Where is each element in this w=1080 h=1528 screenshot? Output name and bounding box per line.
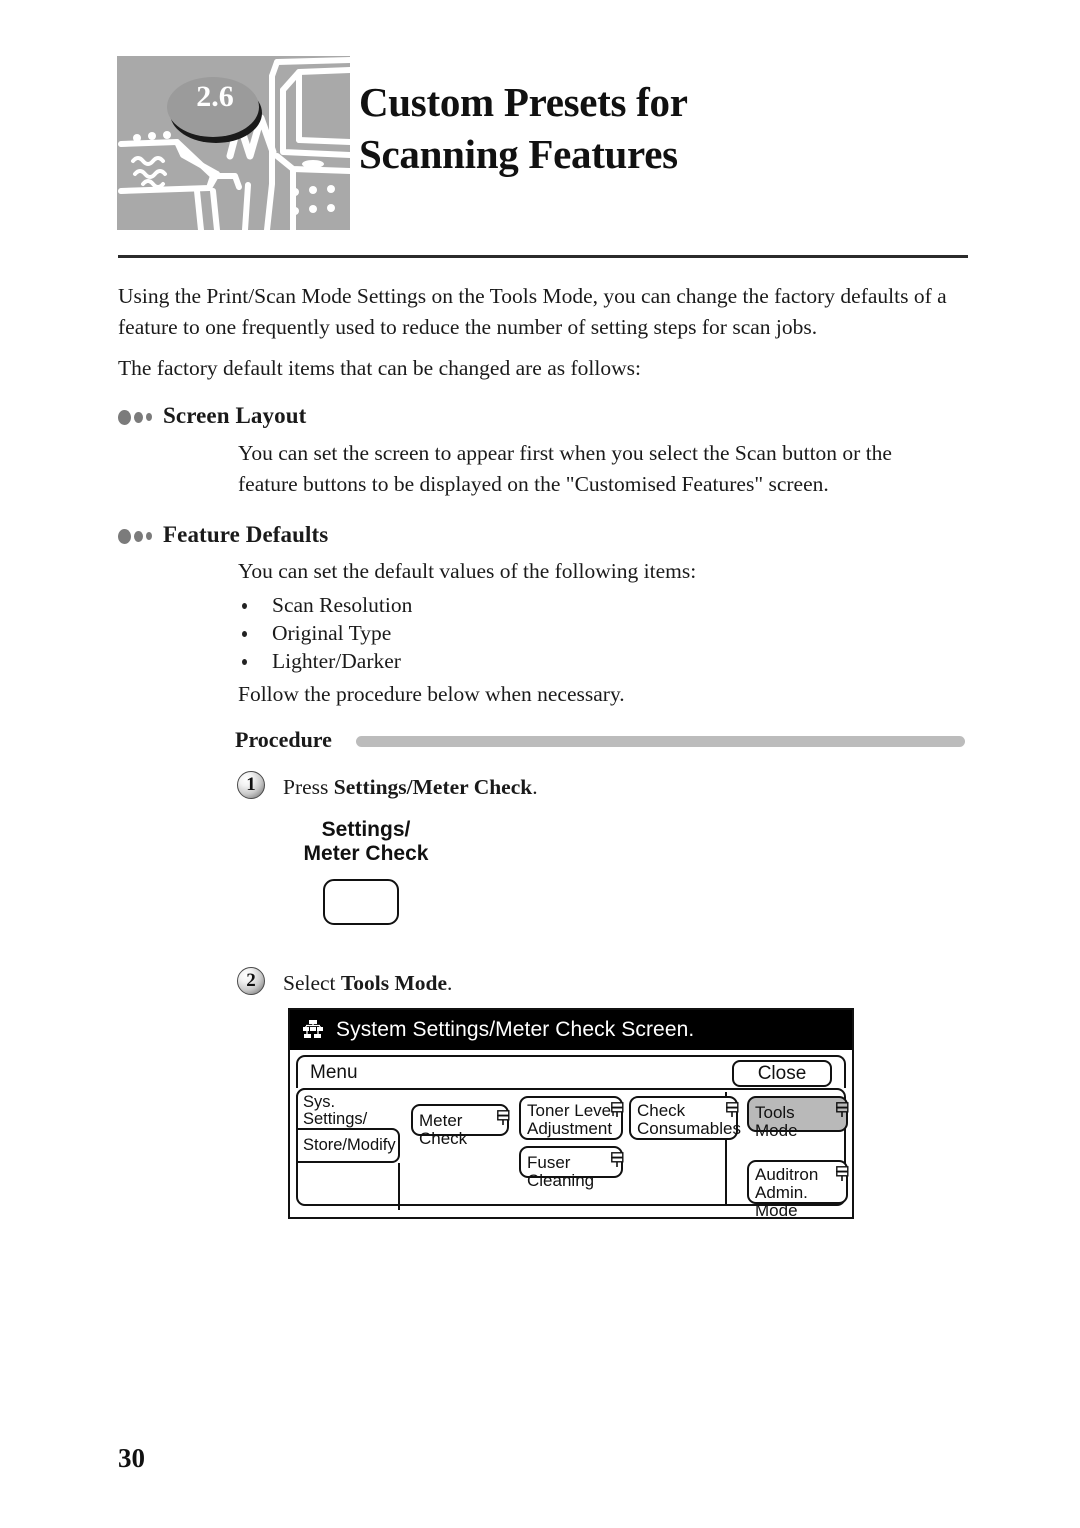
screen-button-label-line1: Meter Check [419,1111,468,1148]
intro-text: Using the Print/Scan Mode Settings on th… [118,281,950,394]
procedure-rule-bar [355,735,965,747]
sub-screen-tab-icon [611,1102,624,1117]
chapter-art-illustration: 2.6 [117,56,350,230]
list-item: Lighter/Darker [238,647,953,675]
step-text-suffix: . [447,971,453,995]
page-title-line1: Custom Presets for [359,79,688,125]
settings-meter-check-hardware-button[interactable] [323,879,399,925]
screen-title: System Settings/Meter Check Screen. [336,1018,695,1041]
sub-screen-tab-icon [836,1166,849,1181]
screen-button-label-line1: Auditron [755,1165,819,1184]
step-text-prefix: Select [283,971,341,995]
page-title: Custom Presets for Scanning Features [359,76,959,180]
section-footer-text: Follow the procedure below when necessar… [238,682,625,706]
triple-circle-bullet-icon [118,527,152,544]
step-text-emphasis: Tools Mode [340,971,448,995]
section-label: Screen Layout [163,403,307,428]
procedure-label: Procedure [235,727,332,752]
section-label: Feature Defaults [163,522,329,547]
menu-label: Menu [310,1062,358,1083]
screen-button-fuser-cleaning[interactable]: Fuser Cleaning [519,1146,624,1190]
screen-tab-column: Sys. Settings/ Meter Check Store/Modify [296,1088,400,1210]
triple-circle-bullet-icon [118,408,152,425]
page-number: 30 [118,1443,145,1473]
screen-button-label-line1: Fuser Cleaning [527,1153,595,1190]
sub-screen-tab-icon [497,1110,510,1125]
intro-paragraph-2: The factory default items that can be ch… [118,356,641,380]
tab-label-line1: Sys. Settings/ [303,1093,368,1128]
step-number-badge: 2 [237,967,265,995]
screen-button-check-consumables[interactable]: Check Consumables [629,1096,741,1140]
tab-label-line1: Store/Modify [303,1136,396,1154]
header-divider [118,255,968,258]
tab-store-modify[interactable]: Store/Modify [296,1128,400,1163]
sitemap-icon [303,1020,323,1038]
step-text: Press Settings/Meter Check. [283,770,538,802]
step-text-emphasis: Settings/Meter Check [333,775,533,799]
feature-defaults-list: Scan Resolution Original Type Lighter/Da… [238,591,953,675]
list-item: Original Type [238,619,953,647]
panel-key-label: Settings/ Meter Check [287,818,445,866]
section-heading-screen-layout: Screen Layout [118,403,306,429]
screen-button-auditron-admin-mode[interactable]: Auditron Admin. Mode [747,1160,849,1220]
screen-button-label-line1: Check [637,1101,686,1120]
sub-screen-tab-icon [836,1102,849,1117]
sub-screen-tab-icon [726,1102,739,1117]
screen-button-label-line2: Consumables [637,1119,741,1138]
tab-sys-settings-meter-check[interactable]: Sys. Settings/ Meter Check [296,1088,400,1145]
intro-paragraph-1: Using the Print/Scan Mode Settings on th… [118,284,947,339]
system-settings-screen-mockup: System Settings/Meter Check Screen. Menu… [288,1008,854,1220]
page-title-line2: Scanning Features [359,131,678,177]
list-item: Scan Resolution [238,591,953,619]
screen-button-meter-check[interactable]: Meter Check [411,1104,510,1148]
screen-body: Menu Close Sys. Settings/ Meter Check St… [290,1050,852,1220]
step-text: Select Tools Mode. [283,966,452,998]
sub-screen-tab-icon [611,1152,624,1167]
screen-button-label-line1: Tools Mode [755,1103,798,1140]
screen-button-label-line2: Adjustment [527,1119,613,1138]
section-body-text: You can set the default values of the fo… [238,559,697,583]
screen-button-label-line2: Admin. Mode [755,1183,808,1220]
screen-button-tools-mode[interactable]: Tools Mode [747,1096,849,1140]
screen-titlebar: System Settings/Meter Check Screen. [290,1010,852,1050]
step-text-prefix: Press [283,775,334,799]
section-body-feature-defaults: You can set the default values of the fo… [238,556,953,714]
chapter-number: 2.6 [196,80,234,113]
screen-content-area: Sys. Settings/ Meter Check Store/Modify … [296,1088,849,1220]
screen-button-label-line1: Toner Level [527,1101,615,1120]
screen-menu-bar: Menu Close [296,1055,846,1088]
step-number-badge: 1 [237,771,265,799]
section-body-screen-layout: You can set the screen to appear first w… [238,438,953,504]
section-body-text: You can set the screen to appear first w… [238,441,892,496]
panel-key-label-line1: Settings/ [321,818,411,841]
procedure-step-1: 1 Press Settings/Meter Check. [237,770,538,802]
chapter-header: 2.6 Custom Presets for Scanning Features [117,56,970,231]
screen-button-toner-level-adjustment[interactable]: Toner Level Adjustment [519,1096,624,1140]
step-text-suffix: . [532,775,538,799]
tab-column-divider [398,1163,400,1210]
procedure-heading: Procedure [235,727,965,753]
section-heading-feature-defaults: Feature Defaults [118,522,328,548]
settings-meter-check-key-illustration: Settings/ Meter Check [287,818,445,925]
panel-key-label-line2: Meter Check [303,842,429,865]
close-button[interactable]: Close [732,1060,832,1087]
procedure-step-2: 2 Select Tools Mode. [237,966,452,998]
